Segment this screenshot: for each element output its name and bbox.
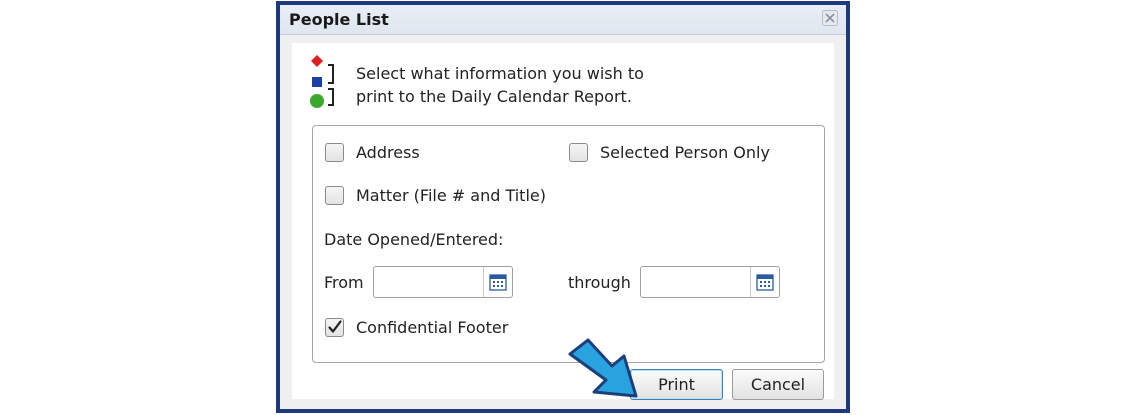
- dialog-title: People List: [289, 10, 389, 29]
- dialog-titlebar: People List: [280, 5, 846, 35]
- arrow-pointer-icon: [566, 336, 662, 400]
- matter-checkbox[interactable]: [325, 186, 344, 205]
- cancel-button[interactable]: Cancel: [732, 369, 824, 400]
- confidential-footer-option[interactable]: Confidential Footer: [325, 318, 508, 337]
- instructions-line-1: Select what information you wish to: [356, 64, 644, 83]
- date-opened-label: Date Opened/Entered:: [324, 230, 504, 249]
- selected-person-only-option[interactable]: Selected Person Only: [569, 143, 770, 162]
- through-date-field: [640, 266, 780, 298]
- calendar-icon[interactable]: [483, 267, 512, 297]
- confidential-footer-checkbox[interactable]: [325, 318, 344, 337]
- options-group: Address Selected Person Only Matter (Fil…: [312, 125, 825, 363]
- from-date-field: [373, 266, 513, 298]
- through-date-input[interactable]: [643, 269, 747, 295]
- people-list-dialog: People List Select what information you …: [276, 1, 850, 413]
- from-label: From: [324, 273, 364, 292]
- address-checkbox[interactable]: [325, 143, 344, 162]
- matter-option[interactable]: Matter (File # and Title): [325, 186, 546, 205]
- dialog-content: Select what information you wish to prin…: [292, 43, 834, 400]
- through-label: through: [568, 273, 631, 292]
- selected-person-only-label: Selected Person Only: [600, 143, 770, 162]
- selected-person-only-checkbox[interactable]: [569, 143, 588, 162]
- matter-label: Matter (File # and Title): [356, 186, 546, 205]
- checkmark-icon: [328, 320, 342, 333]
- from-date-input[interactable]: [376, 269, 480, 295]
- instructions-text: Select what information you wish to prin…: [356, 62, 716, 108]
- calendar-icon[interactable]: [750, 267, 779, 297]
- instructions-line-2: print to the Daily Calendar Report.: [356, 87, 632, 106]
- address-label: Address: [356, 143, 420, 162]
- shapes-info-icon: [309, 55, 337, 111]
- close-icon[interactable]: [822, 10, 838, 26]
- address-option[interactable]: Address: [325, 143, 420, 162]
- confidential-footer-label: Confidential Footer: [356, 318, 509, 337]
